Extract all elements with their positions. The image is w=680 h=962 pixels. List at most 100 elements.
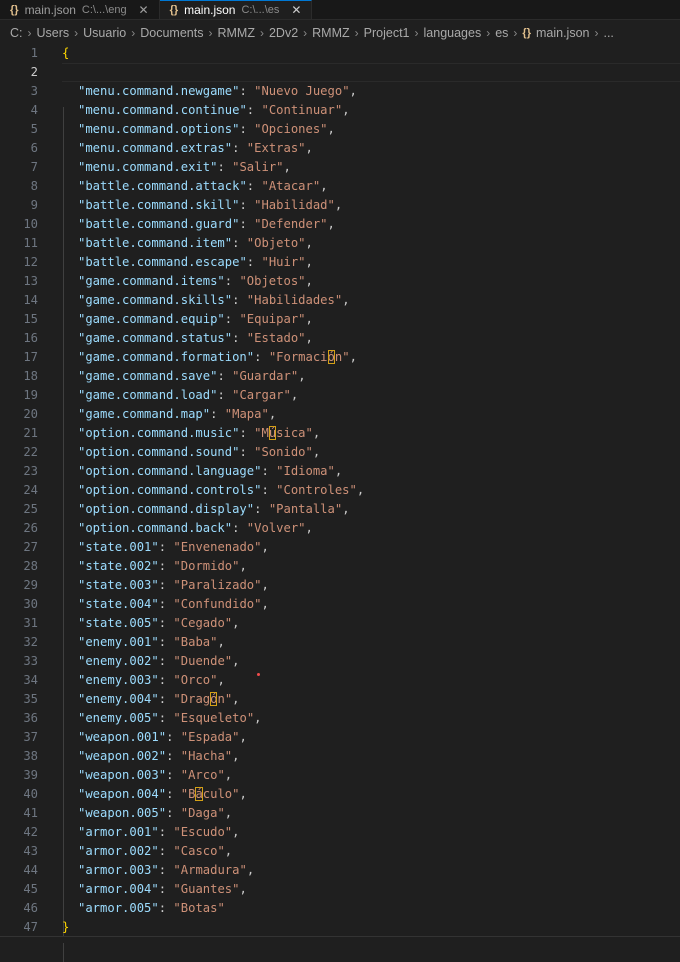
comma: , <box>232 616 240 630</box>
json-entry: "enemy.002": "Duende", <box>78 652 239 671</box>
json-value: Cargar <box>239 388 284 402</box>
json-entry: "battle.command.guard": "Defender", <box>78 215 335 234</box>
code-line: 12 "battle.command.escape": "Huir", <box>0 253 680 272</box>
line-number: 12 <box>23 255 38 269</box>
json-file-icon: {} <box>10 3 19 16</box>
json-entry: "option.command.language": "Idioma", <box>78 462 342 481</box>
colon: : <box>158 844 174 858</box>
json-value-quote: " <box>298 274 306 288</box>
json-key: menu.command.extras <box>85 141 225 155</box>
line-number: 16 <box>23 331 38 345</box>
json-key-quote: " <box>151 540 159 554</box>
code-line: 13 "game.command.items": "Objetos", <box>0 272 680 291</box>
breadcrumb-item[interactable]: RMMZ <box>312 26 350 40</box>
chevron-right-icon: › <box>414 26 419 40</box>
json-key: option.command.controls <box>85 483 255 497</box>
colon: : <box>166 787 181 801</box>
json-value-quote: " <box>276 160 284 174</box>
line-number: 46 <box>23 901 38 915</box>
breadcrumb-item[interactable]: C: <box>10 26 23 40</box>
comma: , <box>305 521 313 535</box>
colon: : <box>158 863 174 877</box>
close-icon[interactable]: ✕ <box>289 3 303 17</box>
json-key: armor.005 <box>85 901 152 915</box>
line-number: 41 <box>23 806 38 820</box>
line-number: 14 <box>23 293 38 307</box>
json-key-quote: " <box>224 141 233 155</box>
tab-main-json-2[interactable]: {} main.json C:\...\es ✕ <box>159 0 313 19</box>
close-icon[interactable]: ✕ <box>137 3 151 17</box>
json-entry: "enemy.004": "Dragón", <box>78 690 240 709</box>
comma: , <box>290 388 299 402</box>
colon: : <box>232 521 247 535</box>
unicode-highlight: á <box>195 787 203 801</box>
json-key: enemy.004 <box>85 692 152 706</box>
json-key: option.command.display <box>85 502 247 516</box>
json-key-quote: " <box>151 901 159 915</box>
code-line: 14 "game.command.skills": "Habilidades", <box>0 291 680 310</box>
code-line: 9 "battle.command.skill": "Habilidad", <box>0 196 680 215</box>
colon: : <box>261 483 277 497</box>
code-line: 39 "weapon.003": "Arco", <box>0 766 680 785</box>
comma: , <box>224 844 233 858</box>
colon: : <box>166 768 181 782</box>
breadcrumb-item[interactable]: 2Dv2 <box>269 26 298 40</box>
code-line: 11 "battle.command.item": "Objeto", <box>0 234 680 253</box>
tab-main-json-1[interactable]: {} main.json C:\...\eng ✕ <box>0 0 160 19</box>
json-key-quote: " <box>158 749 167 763</box>
breadcrumb-item[interactable]: Documents <box>140 26 203 40</box>
breadcrumb-item[interactable]: es <box>495 26 508 40</box>
breadcrumb-item[interactable]: main.json <box>536 26 590 40</box>
json-value-quote: " <box>173 616 181 630</box>
line-number: 25 <box>23 502 38 516</box>
json-key-quote: " <box>151 578 159 592</box>
code-editor[interactable]: 1{2 3 "menu.command.newgame": "Nuevo Juego… <box>0 44 680 962</box>
breadcrumb-item[interactable]: languages <box>424 26 482 40</box>
colon: : <box>158 882 174 896</box>
comma: , <box>239 730 247 744</box>
comma: , <box>349 350 357 364</box>
json-key-quote: " <box>239 179 247 193</box>
json-entry: "game.command.load": "Cargar", <box>78 386 298 405</box>
breadcrumb-item[interactable]: Usuario <box>83 26 126 40</box>
json-value-quote: " <box>180 806 189 820</box>
breadcrumb-item[interactable]: Project1 <box>364 26 410 40</box>
colon: : <box>254 502 269 516</box>
chevron-right-icon: › <box>27 26 32 40</box>
json-value-quote: " <box>180 787 189 801</box>
json-value: Controles <box>283 483 350 497</box>
code-line: 35 "enemy.004": "Dragón", <box>0 690 680 709</box>
json-value-quote: " <box>173 901 181 915</box>
json-value: Objetos <box>246 274 299 288</box>
breadcrumb-item[interactable]: RMMZ <box>217 26 255 40</box>
json-entry: "weapon.003": "Arco", <box>78 766 232 785</box>
json-value-quote: " <box>173 711 181 725</box>
json-entry: "option.command.controls": "Controles", <box>78 481 364 500</box>
json-value-quote: " <box>298 141 306 155</box>
line-number: 8 <box>30 179 38 193</box>
line-number: 45 <box>23 882 38 896</box>
json-key-quote: " <box>202 407 211 421</box>
colon: : <box>158 559 174 573</box>
json-key: option.command.music <box>85 426 233 440</box>
colon: : <box>158 616 174 630</box>
json-entry: "armor.001": "Escudo", <box>78 823 239 842</box>
comma: , <box>342 103 350 117</box>
json-entry: "game.command.save": "Guardar", <box>78 367 306 386</box>
json-key-quote: " <box>151 825 159 839</box>
json-value-quote: " <box>217 768 225 782</box>
line-number: 11 <box>23 236 38 250</box>
json-value: Confundido <box>180 597 255 611</box>
colon: : <box>158 711 174 725</box>
json-key-quote: " <box>224 521 233 535</box>
comma: , <box>305 312 313 326</box>
comma: , <box>283 160 291 174</box>
breadcrumb-item[interactable]: Users <box>37 26 70 40</box>
line-number: 34 <box>23 673 38 687</box>
json-key-quote: " <box>151 692 159 706</box>
json-value-quote: " <box>173 635 181 649</box>
colon: : <box>239 198 255 212</box>
comma: , <box>342 502 350 516</box>
breadcrumb-item[interactable]: ... <box>603 26 613 40</box>
code-line: 24 "option.command.controls": "Controles"… <box>0 481 680 500</box>
